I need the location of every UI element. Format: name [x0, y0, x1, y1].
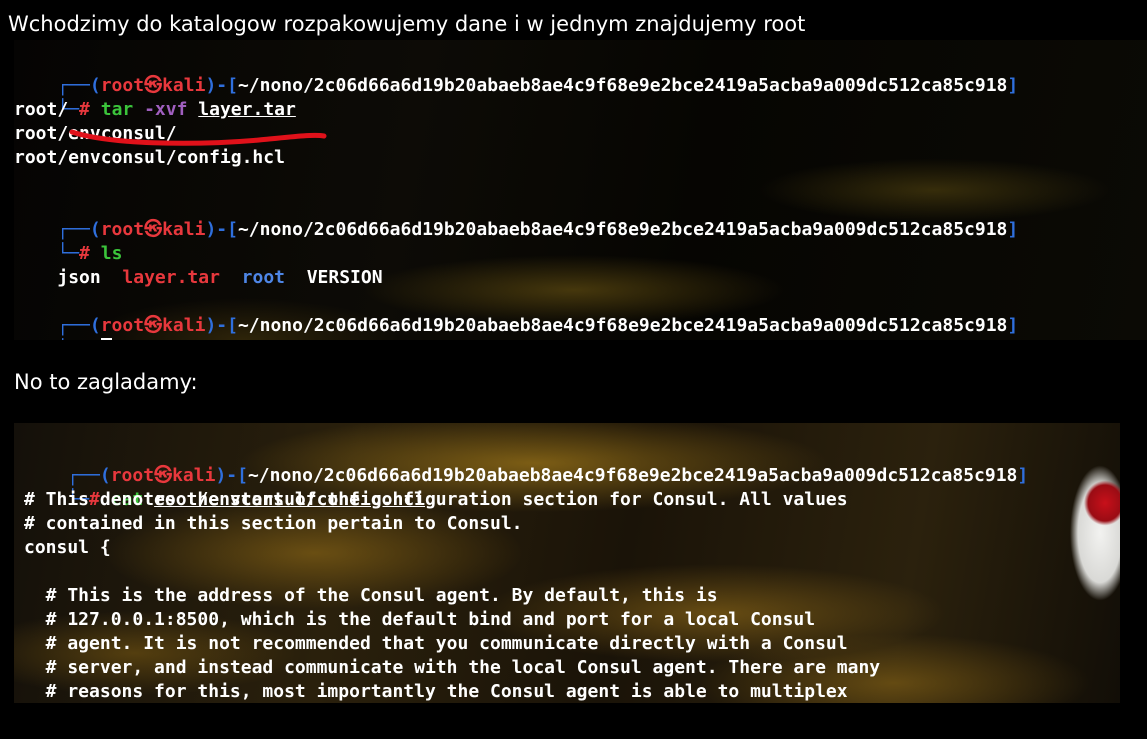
prompt-close: ]: [1007, 315, 1019, 336]
file-line: # This denotes the start of the configur…: [24, 489, 848, 510]
ls-item-directory: root: [241, 267, 285, 288]
terminal-cursor: [100, 338, 112, 340]
output-line: root/: [14, 99, 69, 120]
file-line: # This is the address of the Consul agen…: [24, 585, 718, 606]
koi-fish-decoration: [1060, 443, 1120, 603]
prompt-hash: #: [79, 339, 90, 340]
command-line: └─# cat root/envconsul/config.hcl: [24, 464, 425, 510]
prompt-hash: #: [79, 99, 90, 120]
ls-item-file: json: [57, 267, 101, 288]
prompt-cwd: ~/nono/2c06d66a6d19b20abaeb8ae4c9f68e9e2…: [237, 315, 1008, 336]
caption-middle: No to zagladamy:: [14, 370, 198, 394]
command-option: -xvf: [144, 99, 188, 120]
prompt-close: ]: [1007, 75, 1019, 96]
ls-item-file: VERSION: [306, 267, 383, 288]
prompt-cwd: ~/nono/2c06d66a6d19b20abaeb8ae4c9f68e9e2…: [237, 75, 1008, 96]
command-name: tar: [100, 99, 134, 120]
prompt-line: ┌──(root㉿kali)-[~/nono/2c06d66a6d19b20ab…: [24, 440, 1028, 486]
prompt-close: ]: [1007, 219, 1019, 240]
ls-item-archive: layer.tar: [122, 267, 220, 288]
prompt-corner: └─: [57, 339, 79, 340]
command-line: └─# ls: [14, 218, 122, 264]
command-argument: layer.tar: [198, 99, 296, 120]
file-line: # server, and instead communicate with t…: [24, 657, 881, 678]
caption-top: Wchodzimy do katalogow rozpakowujemy dan…: [8, 12, 806, 36]
prompt-separator: )-[: [205, 315, 238, 336]
file-line: # contained in this section pertain to C…: [24, 513, 523, 534]
command-line: └─# tar -xvf layer.tar: [14, 74, 295, 120]
prompt-separator: )-[: [205, 219, 238, 240]
prompt-line: ┌──(root㉿kali)-[~/nono/2c06d66a6d19b20ab…: [14, 290, 1018, 336]
prompt-line: ┌──(root㉿kali)-[~/nono/2c06d66a6d19b20ab…: [14, 194, 1018, 240]
file-line: # 127.0.0.1:8500, which is the default b…: [24, 609, 816, 630]
kali-skull-icon: ㉿: [144, 219, 163, 240]
terminal-window-2[interactable]: ┌──(root㉿kali)-[~/nono/2c06d66a6d19b20ab…: [14, 423, 1120, 703]
kali-skull-icon: ㉿: [144, 315, 163, 336]
file-line: # reasons for this, most importantly the…: [24, 681, 848, 702]
file-line: consul {: [24, 537, 111, 558]
prompt-host: kali: [162, 219, 206, 240]
file-line: # agent. It is not recommended that you …: [24, 633, 848, 654]
prompt-line: ┌──(root㉿kali)-[~/nono/2c06d66a6d19b20ab…: [14, 50, 1018, 96]
terminal-window-1[interactable]: ┌──(root㉿kali)-[~/nono/2c06d66a6d19b20ab…: [14, 40, 1147, 340]
prompt-host: kali: [162, 315, 206, 336]
prompt-close: ]: [1017, 465, 1029, 486]
prompt-cwd: ~/nono/2c06d66a6d19b20abaeb8ae4c9f68e9e2…: [237, 219, 1008, 240]
ls-output: json layer.tar root VERSION: [14, 242, 382, 288]
red-underline-annotation: [69, 129, 327, 146]
command-line[interactable]: └─#: [14, 314, 112, 340]
